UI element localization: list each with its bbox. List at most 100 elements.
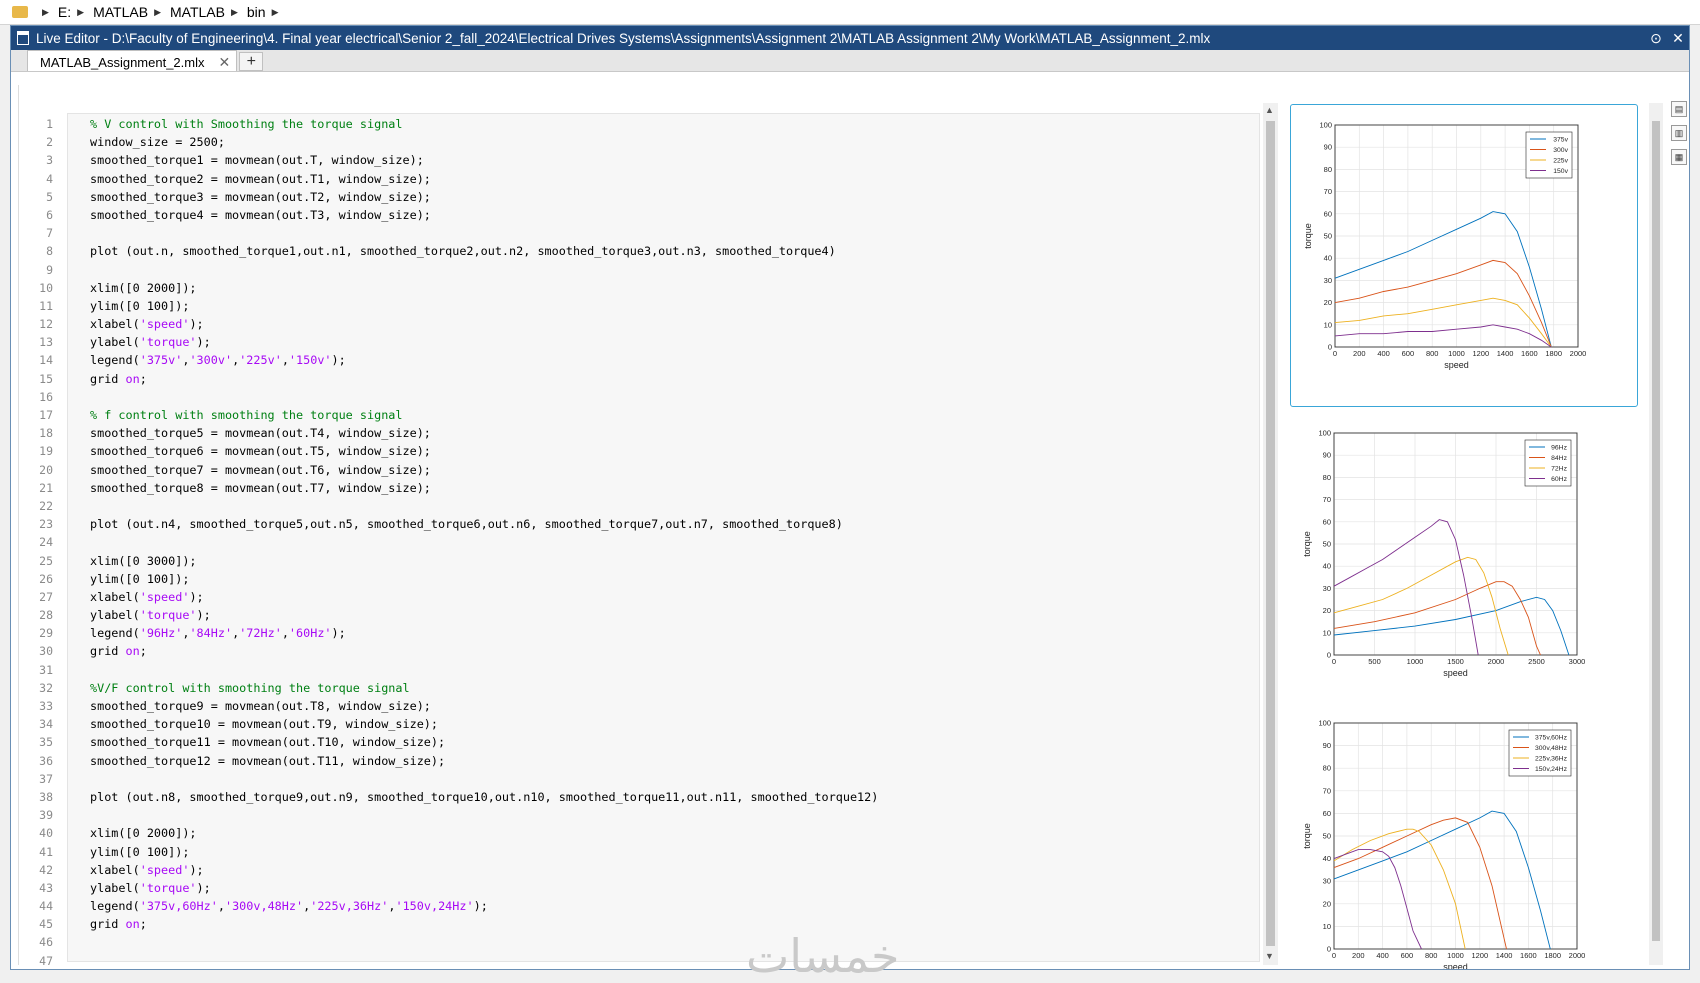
code-line[interactable]: % f control with smoothing the torque si… (90, 406, 878, 424)
scrollbar-thumb[interactable] (1266, 121, 1275, 946)
breadcrumb-item[interactable]: MATLAB (93, 4, 148, 20)
x-tick-label: 1000 (1448, 349, 1465, 358)
code-line[interactable]: ylabel('torque'); (90, 606, 878, 624)
line-number: 24 (39, 535, 53, 550)
code-token: ylim([0 100]); (90, 844, 190, 859)
code-line[interactable]: ylim([0 100]); (90, 297, 878, 315)
code-line[interactable]: smoothed_torque8 = movmean(out.T7, windo… (90, 479, 878, 497)
code-line[interactable]: smoothed_torque1 = movmean(out.T, window… (90, 151, 878, 169)
code-line[interactable]: xlabel('speed'); (90, 588, 878, 606)
scrollbar-thumb[interactable] (1652, 121, 1660, 941)
code-lines[interactable]: % V control with Smoothing the torque si… (90, 115, 878, 970)
code-token: smoothed_torque9 = movmean(out.T8, windo… (90, 699, 431, 713)
close-tab-icon[interactable]: ✕ (219, 54, 231, 71)
code-line[interactable]: smoothed_torque11 = movmean(out.T10, win… (90, 733, 878, 751)
code-line[interactable]: legend('375v,60Hz','300v,48Hz','225v,36H… (90, 897, 878, 915)
code-line[interactable] (90, 806, 878, 824)
close-icon[interactable]: ✕ (1667, 30, 1689, 47)
code-line[interactable]: legend('375v','300v','225v','150v'); (90, 351, 878, 369)
code-line[interactable]: grid on; (90, 370, 878, 388)
code-line[interactable]: ylabel('torque'); (90, 879, 878, 897)
code-token: '150v' (288, 353, 332, 368)
code-line[interactable]: plot (out.n8, smoothed_torque9,out.n9, s… (90, 788, 878, 806)
code-line[interactable]: ylabel('torque'); (90, 333, 878, 351)
output-right-icon[interactable]: ▤ (1671, 101, 1687, 117)
code-line[interactable]: xlim([0 2000]); (90, 824, 878, 842)
address-bar[interactable]: ▶ E: ▶ MATLAB ▶ MATLAB ▶ bin ▶ (0, 0, 1700, 25)
code-line[interactable] (90, 224, 878, 242)
code-line[interactable]: smoothed_torque10 = movmean(out.T9, wind… (90, 715, 878, 733)
output-inline-icon[interactable]: ▥ (1671, 125, 1687, 141)
x-tick-label: 500 (1368, 657, 1381, 666)
output-scrollbar[interactable] (1649, 103, 1663, 965)
figure-output-2[interactable]: 0 500 1000 1500 2000 2500 3000 0 10 20 30 40 50 60 70 8… (1290, 413, 1638, 698)
y-tick-label: 0 (1327, 651, 1331, 660)
code-line[interactable]: xlim([0 3000]); (90, 552, 878, 570)
code-line[interactable]: smoothed_torque4 = movmean(out.T3, windo… (90, 206, 878, 224)
breadcrumb-item[interactable]: bin (247, 4, 266, 20)
code-line[interactable]: smoothed_torque6 = movmean(out.T5, windo… (90, 442, 878, 460)
y-tick-label: 20 (1323, 899, 1331, 908)
x-tick-label: 800 (1425, 951, 1438, 960)
code-line[interactable]: grid on; (90, 642, 878, 660)
line-number: 22 (39, 498, 53, 513)
code-line[interactable] (90, 661, 878, 679)
breadcrumb-item[interactable]: MATLAB (170, 4, 225, 20)
code-token: 'torque' (139, 335, 197, 350)
figure-output-3[interactable]: 0 200 400 600 800 1000 1200 1400 1600 1800 2000 0 10… (1290, 713, 1638, 973)
legend-label: 225v (1553, 158, 1568, 165)
y-tick-label: 70 (1323, 495, 1331, 504)
y-tick-label: 100 (1318, 429, 1331, 438)
code-token: ); (196, 880, 211, 895)
legend-label: 375v (1553, 137, 1568, 144)
code-line[interactable]: window_size = 2500; (90, 133, 878, 151)
code-line[interactable]: smoothed_torque7 = movmean(out.T6, windo… (90, 461, 878, 479)
line-number: 14 (39, 353, 53, 368)
scroll-down-icon[interactable]: ▼ (1265, 951, 1274, 961)
line-number: 7 (46, 226, 53, 241)
code-token: xlim([0 2000]); (90, 826, 197, 841)
breadcrumb-item[interactable]: E: (58, 4, 71, 20)
chevron-right-icon: ▶ (42, 6, 49, 17)
code-line[interactable]: legend('96Hz','84Hz','72Hz','60Hz'); (90, 624, 878, 642)
code-token: smoothed_torque10 = movmean(out.T9, wind… (90, 717, 439, 732)
line-number: 33 (39, 699, 53, 713)
code-line[interactable]: smoothed_torque2 = movmean(out.T1, windo… (90, 170, 878, 188)
code-line[interactable]: plot (out.n4, smoothed_torque5,out.n5, s… (90, 515, 878, 533)
tab-file[interactable]: MATLAB_Assignment_2.mlx ✕ (27, 50, 238, 71)
code-line[interactable] (90, 497, 878, 515)
plot-vf-control: 0 200 400 600 800 1000 1200 1400 1600 1800 2000 0 10… (1302, 719, 1586, 973)
code-line[interactable]: %V/F control with smoothing the torque s… (90, 679, 878, 697)
code-line[interactable] (90, 261, 878, 279)
line-number: 16 (39, 389, 53, 404)
scroll-up-icon[interactable]: ▲ (1265, 105, 1274, 115)
figure-output-1[interactable]: 0 200 400 600 800 1000 1200 1400 1600 1800 2000 0 10… (1290, 104, 1638, 407)
x-tick-label: 2000 (1569, 951, 1586, 960)
code-line[interactable]: smoothed_torque12 = movmean(out.T11, win… (90, 752, 878, 770)
code-line[interactable] (90, 533, 878, 551)
code-token: smoothed_torque8 = movmean(out.T7, windo… (90, 480, 431, 495)
add-tab-button[interactable]: + (239, 52, 264, 71)
line-number: 12 (39, 317, 53, 332)
line-number: 21 (39, 480, 53, 495)
code-line[interactable]: ylim([0 100]); (90, 570, 878, 588)
code-line[interactable] (90, 388, 878, 406)
code-line[interactable]: ylim([0 100]); (90, 843, 878, 861)
code-line[interactable]: % V control with Smoothing the torque si… (90, 115, 878, 133)
hide-code-icon[interactable]: ▦ (1671, 149, 1687, 165)
line-number: 23 (39, 517, 53, 532)
y-tick-label: 30 (1324, 276, 1332, 285)
editor-scrollbar[interactable]: ▲ ▼ (1263, 103, 1278, 965)
code-line[interactable]: smoothed_torque3 = movmean(out.T2, windo… (90, 188, 878, 206)
code-line[interactable]: xlim([0 2000]); (90, 279, 878, 297)
dock-menu-icon[interactable]: ⊙ (1645, 30, 1667, 47)
code-line[interactable] (90, 770, 878, 788)
code-line[interactable]: plot (out.n, smoothed_torque1,out.n1, sm… (90, 242, 878, 260)
code-line[interactable]: xlabel('speed'); (90, 861, 878, 879)
code-line[interactable]: smoothed_torque9 = movmean(out.T8, windo… (90, 697, 878, 715)
code-line[interactable]: smoothed_torque5 = movmean(out.T4, windo… (90, 424, 878, 442)
code-line[interactable]: xlabel('speed'); (90, 315, 878, 333)
x-tick-label: 1000 (1447, 951, 1464, 960)
code-token: %V/F control with smoothing the torque s… (90, 680, 410, 695)
code-token: on (125, 371, 140, 386)
